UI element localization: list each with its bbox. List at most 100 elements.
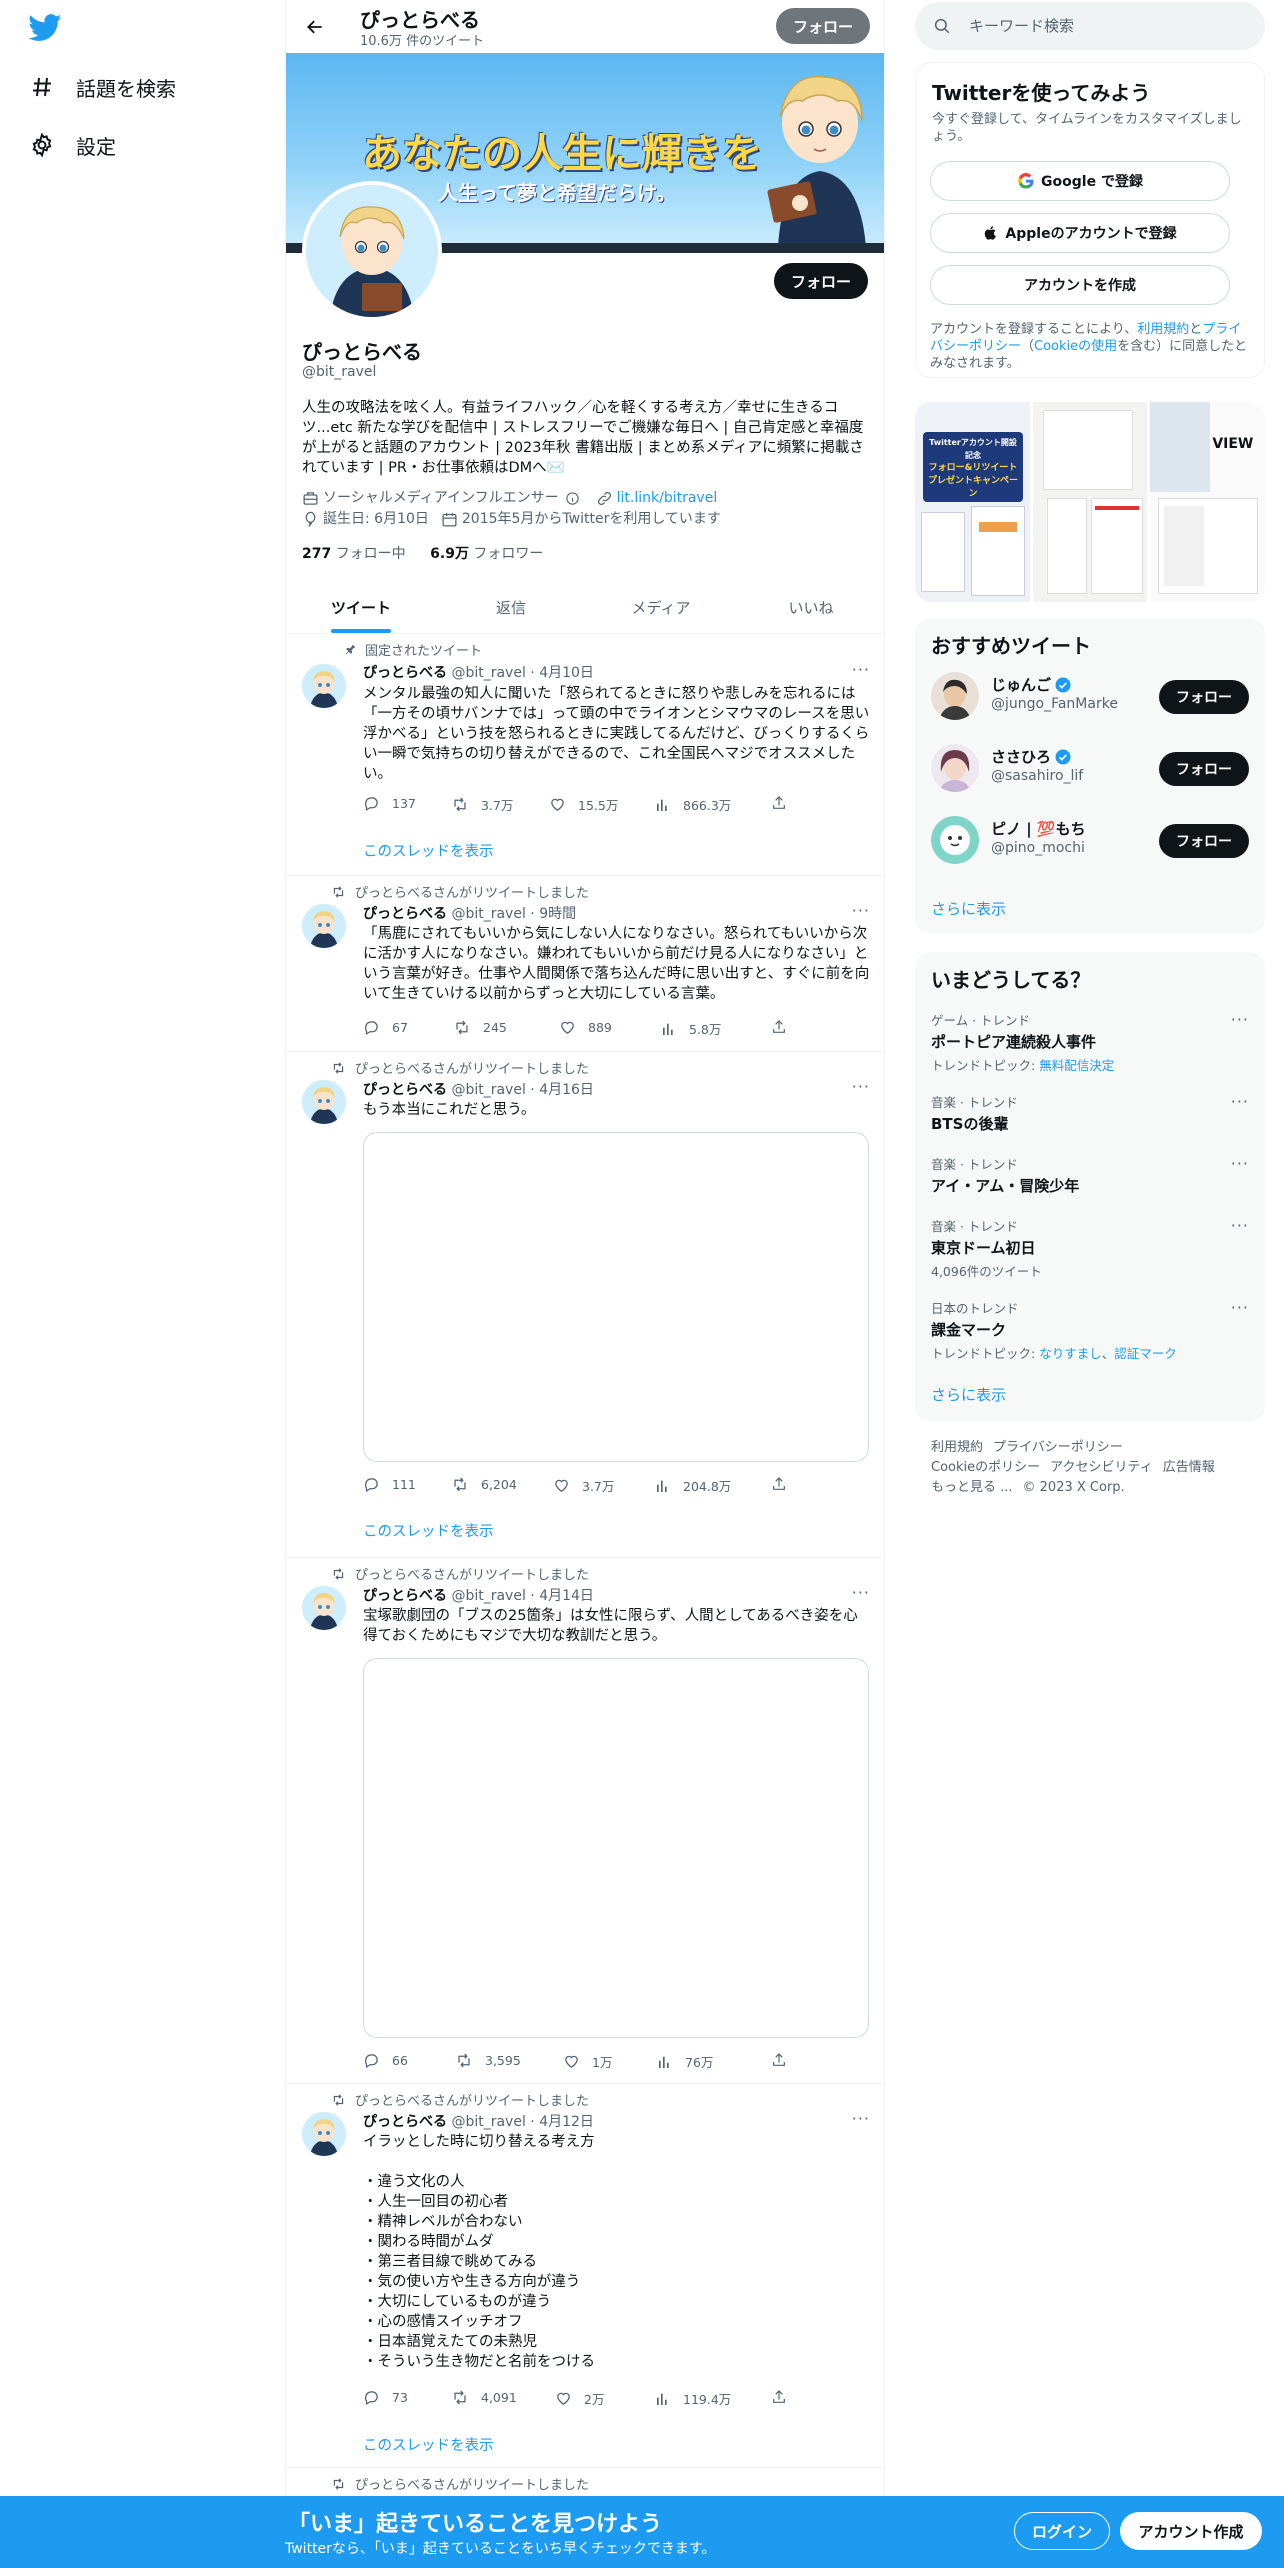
apple-signup-button[interactable]: Appleのアカウントで登録 <box>930 213 1230 253</box>
like-button[interactable]: 889 <box>559 1019 612 1036</box>
avatar[interactable] <box>931 744 979 792</box>
recommended-user[interactable]: ささひろ @sasahiro_lif フォロー <box>931 740 1249 796</box>
avatar[interactable] <box>302 904 346 948</box>
following-link[interactable]: 277 フォロー中 <box>302 546 406 562</box>
tweet[interactable]: ぴっとらべるさんがリツイートしました ぴっとらべる @bit_ravel · 4… <box>286 2084 884 2468</box>
share-button[interactable] <box>771 795 787 811</box>
more-icon[interactable]: ··· <box>852 2109 870 2128</box>
footer-more[interactable]: もっと見る ... <box>931 1480 1013 1495</box>
tab-tweets[interactable]: ツイート <box>286 582 436 633</box>
more-icon[interactable]: ··· <box>1231 1010 1249 1029</box>
cookie-link[interactable]: Cookieの使用 <box>1034 339 1117 354</box>
like-button[interactable]: 3.7万 <box>553 1476 614 1495</box>
more-icon[interactable]: ··· <box>852 901 870 920</box>
trends-show-more-link[interactable]: さらに表示 <box>931 1384 1006 1405</box>
tweet[interactable]: 固定されたツイート ぴっとらべる @bit_ravel · 4月10日 ··· … <box>286 634 884 876</box>
footer-terms[interactable]: 利用規約 <box>931 1440 983 1455</box>
search-input[interactable] <box>969 17 1229 35</box>
header-follow-button[interactable]: フォロー <box>776 8 870 44</box>
retweet-button[interactable]: 6,204 <box>451 1476 517 1493</box>
tweet-media[interactable] <box>363 1132 869 1462</box>
follow-button[interactable]: フォロー <box>1159 824 1249 858</box>
footer-cookie[interactable]: Cookieのポリシー <box>931 1460 1040 1475</box>
info-icon[interactable] <box>565 491 580 506</box>
back-button[interactable] <box>300 12 330 42</box>
views-button[interactable]: 866.3万 <box>655 795 731 814</box>
footer-privacy[interactable]: プライバシーポリシー <box>993 1440 1123 1455</box>
share-button[interactable] <box>771 2389 787 2405</box>
tweet[interactable]: ぴっとらべるさんがリツイートしました ぴっとらべる @bit_ravel · 4… <box>286 1052 884 1558</box>
profile-avatar[interactable] <box>302 181 442 321</box>
views-button[interactable]: 119.4万 <box>655 2389 731 2408</box>
tweet[interactable]: ぴっとらべるさんがリツイートしました ぴっとらべる @bit_ravel · 9… <box>286 876 884 1052</box>
avatar[interactable] <box>302 664 346 708</box>
media-thumbnail[interactable]: Twitterアカウント開設記念 フォロー&リツイート プレゼントキャンペーン <box>915 402 1030 602</box>
reply-button[interactable]: 137 <box>363 795 416 812</box>
trend-item[interactable]: 日本のトレンド 課金マーク トレンドトピック: なりすまし、認証マーク ··· <box>931 1298 1249 1362</box>
trend-item[interactable]: 音楽 · トレンド アイ・アム・冒険少年 ··· <box>931 1154 1249 1196</box>
like-button[interactable]: 15.5万 <box>549 795 618 814</box>
avatar[interactable] <box>931 816 979 864</box>
retweet-button[interactable]: 4,091 <box>451 2389 517 2406</box>
follow-button[interactable]: フォロー <box>1159 752 1249 786</box>
like-button[interactable]: 2万 <box>555 2389 604 2408</box>
avatar[interactable] <box>931 672 979 720</box>
create-account-button[interactable]: アカウントを作成 <box>930 265 1230 305</box>
share-button[interactable] <box>771 1019 787 1035</box>
trend-item[interactable]: 音楽 · トレンド 東京ドーム初日 4,096件のツイート ··· <box>931 1216 1249 1280</box>
avatar[interactable] <box>302 1080 346 1124</box>
views-button[interactable]: 5.8万 <box>661 1019 721 1038</box>
views-button[interactable]: 204.8万 <box>655 1476 731 1495</box>
reply-button[interactable]: 66 <box>363 2052 408 2069</box>
tab-media[interactable]: メディア <box>586 582 736 633</box>
retweet-button[interactable]: 3.7万 <box>451 795 513 814</box>
retweet-button[interactable]: 3,595 <box>455 2052 521 2069</box>
trend-item[interactable]: ゲーム · トレンド ポートピア連続殺人事件 トレンドトピック: 無料配信決定 … <box>931 1010 1249 1074</box>
footer-accessibility[interactable]: アクセシビリティ <box>1050 1460 1153 1475</box>
search-box[interactable] <box>915 2 1265 50</box>
reply-button[interactable]: 111 <box>363 1476 416 1493</box>
google-signup-button[interactable]: Google で登録 <box>930 161 1230 201</box>
more-icon[interactable]: ··· <box>852 1583 870 1602</box>
media-thumbnail[interactable]: VIEW <box>1150 402 1265 602</box>
media-thumbnail[interactable] <box>1032 402 1148 602</box>
terms-link[interactable]: 利用規約 <box>1137 322 1189 337</box>
share-button[interactable] <box>771 2052 787 2068</box>
show-thread-link[interactable]: このスレッドを表示 <box>363 840 494 861</box>
show-thread-link[interactable]: このスレッドを表示 <box>363 1520 494 1541</box>
recommended-user[interactable]: じゅんご @jungo_FanMarke フォロー <box>931 668 1249 724</box>
show-thread-link[interactable]: このスレッドを表示 <box>363 2434 494 2455</box>
tab-replies[interactable]: 返信 <box>436 582 586 633</box>
profile-follow-button[interactable]: フォロー <box>774 263 868 299</box>
reply-button[interactable]: 67 <box>363 1019 408 1036</box>
tweet[interactable]: ぴっとらべるさんがリツイートしました ぴっとらべる @bit_ravel · 4… <box>286 1558 884 2084</box>
avatar[interactable] <box>302 1586 346 1630</box>
recommended-user[interactable]: ピノ | 💯もち @pino_mochi フォロー <box>931 812 1249 868</box>
like-button[interactable]: 1万 <box>563 2052 612 2071</box>
nav-settings[interactable]: 設定 <box>28 125 116 165</box>
follow-button[interactable]: フォロー <box>1159 680 1249 714</box>
more-icon[interactable]: ··· <box>852 1077 870 1096</box>
twitter-logo-icon[interactable] <box>28 14 62 42</box>
show-more-link[interactable]: さらに表示 <box>931 898 1006 919</box>
views-button[interactable]: 76万 <box>657 2052 713 2071</box>
login-button[interactable]: ログイン <box>1014 2512 1110 2550</box>
trend-item[interactable]: 音楽 · トレンド BTSの後輩 ··· <box>931 1092 1249 1134</box>
signup-button[interactable]: アカウント作成 <box>1120 2512 1262 2550</box>
more-icon[interactable]: ··· <box>1231 1154 1249 1173</box>
followers-link[interactable]: 6.9万 フォロワー <box>430 546 543 562</box>
avatar[interactable] <box>302 2112 346 2156</box>
tweet-media[interactable] <box>363 1658 869 2038</box>
more-icon[interactable]: ··· <box>1231 1092 1249 1111</box>
nav-explore[interactable]: 話題を検索 <box>28 67 176 107</box>
tab-likes[interactable]: いいね <box>736 582 884 633</box>
retweet-icon <box>454 2390 466 2405</box>
footer-ads[interactable]: 広告情報 <box>1163 1460 1215 1475</box>
share-button[interactable] <box>771 1476 787 1492</box>
reply-button[interactable]: 73 <box>363 2389 408 2406</box>
retweet-button[interactable]: 245 <box>453 1019 507 1036</box>
more-icon[interactable]: ··· <box>1231 1216 1249 1235</box>
profile-link[interactable]: lit.link/bitravel <box>596 488 717 509</box>
more-icon[interactable]: ··· <box>852 660 870 679</box>
more-icon[interactable]: ··· <box>1231 1298 1249 1317</box>
